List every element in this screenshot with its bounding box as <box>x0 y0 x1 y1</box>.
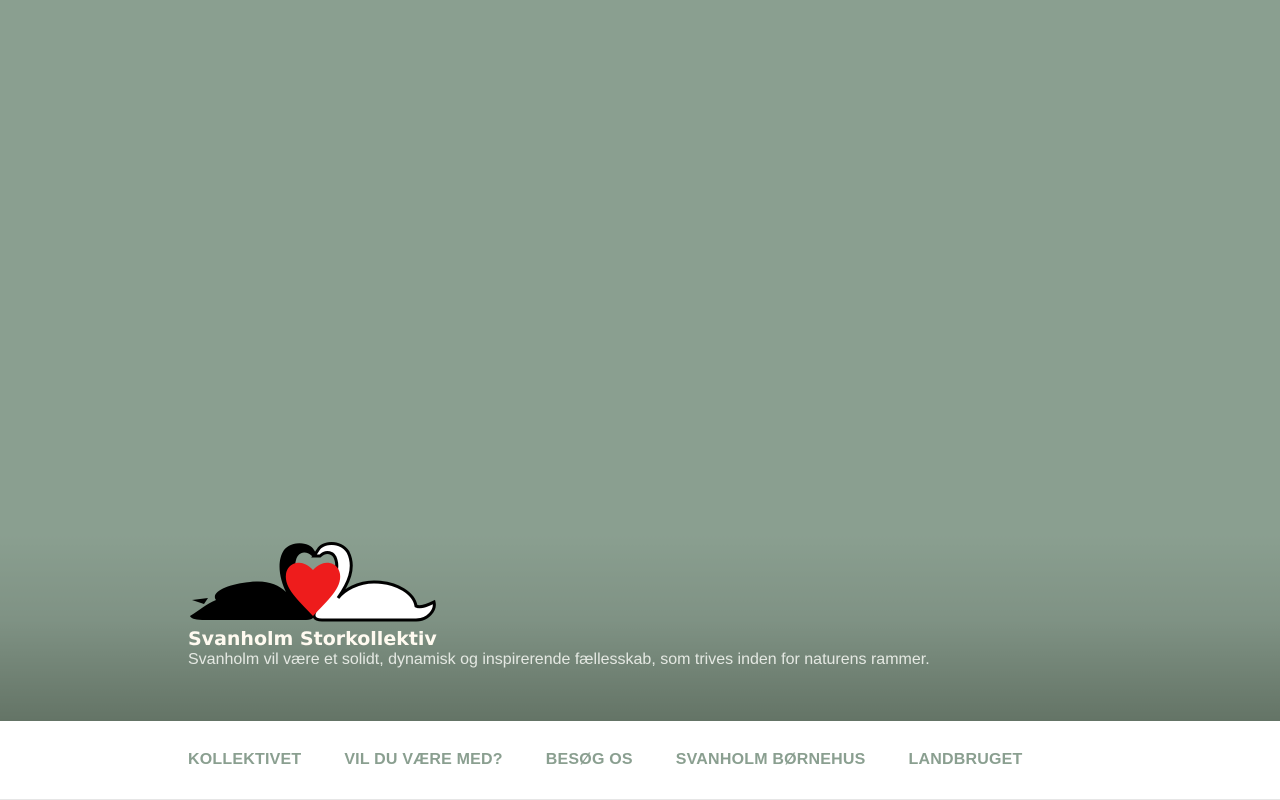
site-tagline: Svanholm vil være et solidt, dynamisk og… <box>188 651 930 668</box>
nav-item-kollektivet[interactable]: KOLLEKTIVET <box>188 751 301 769</box>
main-navigation: KOLLEKTIVET VIL DU VÆRE MED? BESØG OS SV… <box>0 721 1280 800</box>
nav-item-besoeg-os[interactable]: BESØG OS <box>546 751 633 769</box>
two-swans-heart-logo[interactable] <box>188 540 438 624</box>
nav-item-landbruget[interactable]: LANDBRUGET <box>909 751 1023 769</box>
site-title[interactable]: Svanholm Storkollektiv <box>188 628 1088 650</box>
site-branding: Svanholm Storkollektiv Svanholm vil være… <box>188 540 1088 670</box>
header-hero: Svanholm Storkollektiv Svanholm vil være… <box>0 0 1280 721</box>
nav-item-svanholm-boernehus[interactable]: SVANHOLM BØRNEHUS <box>676 751 866 769</box>
nav-menu: KOLLEKTIVET VIL DU VÆRE MED? BESØG OS SV… <box>188 721 1023 799</box>
nav-item-vil-du-vaere-med[interactable]: VIL DU VÆRE MED? <box>344 751 502 769</box>
